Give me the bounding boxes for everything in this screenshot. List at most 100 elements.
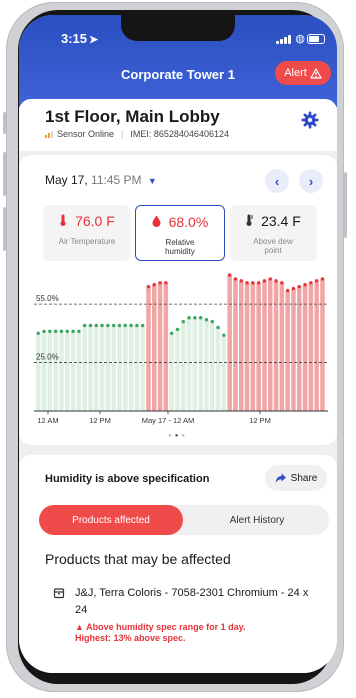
top-bar: 3:15 ➤ ◍ Corporate Tower 1 Alert: [19, 15, 337, 107]
chart-bar: [291, 288, 296, 411]
tab-alert-history[interactable]: Alert History: [185, 505, 329, 535]
chart-bar: [279, 282, 285, 411]
sensor-info: Sensor Online | IMEI: 865284046406124: [45, 129, 229, 139]
chart-bar: [215, 327, 221, 411]
metric-label: Relative humidity: [165, 238, 195, 256]
chart-point: [268, 277, 272, 281]
chart-point: [256, 281, 261, 285]
power-button: [344, 172, 347, 238]
chart-point: [314, 279, 319, 283]
product-warning: ▲ Above humidity spec range for 1 day. H…: [75, 622, 323, 644]
chart-bar: [198, 317, 203, 411]
chart-bar: [297, 286, 302, 411]
chart-bar: [239, 280, 244, 411]
chart-bar: [94, 325, 99, 411]
location-name: 1st Floor, Main Lobby: [45, 107, 220, 126]
chart-bar: [76, 331, 82, 411]
chart-bar: [221, 335, 227, 411]
chart-point: [117, 323, 122, 328]
chart-bar: [186, 317, 192, 411]
chart-bar: [192, 317, 198, 411]
chart-bar: [268, 278, 273, 411]
chart-point: [158, 281, 162, 285]
sensor-status: Sensor Online: [57, 129, 115, 139]
chart-point: [262, 279, 267, 283]
chart-bar: [111, 325, 116, 411]
chart-point: [291, 286, 296, 291]
page-indicator[interactable]: ●●●: [19, 433, 337, 439]
app-screen: 3:15 ➤ ◍ Corporate Tower 1 Alert 1st Floo…: [19, 15, 337, 673]
metric-relative-humidity[interactable]: 68.0% Relative humidity: [135, 205, 225, 261]
status-time: 3:15 ➤: [61, 31, 99, 46]
chart-point: [285, 288, 290, 293]
chart-bar: [244, 282, 250, 411]
wifi-icon: ◍: [295, 33, 305, 45]
product-item[interactable]: J&J, Terra Coloris - 7058-2301 Chromium …: [53, 585, 323, 644]
chart-point: [146, 284, 151, 289]
chart-bar: [250, 282, 256, 411]
chart-bar: [59, 331, 64, 411]
metric-label: Air Temperature: [58, 237, 116, 246]
selected-date: May 17,: [45, 173, 88, 187]
chart-bar: [157, 282, 163, 411]
chart-bar: [227, 275, 232, 411]
previous-button[interactable]: ‹: [265, 169, 289, 193]
chart-point: [152, 283, 156, 287]
chart-point: [59, 329, 64, 334]
chart-point: [204, 317, 209, 322]
chart-bar: [134, 325, 140, 411]
chart-point: [65, 329, 69, 334]
chart-point: [222, 333, 226, 337]
chart-bar: [99, 325, 105, 411]
chart-point: [77, 329, 81, 334]
chart-bar: [41, 331, 47, 411]
volume-up-button: [3, 152, 6, 196]
chart-point: [210, 319, 214, 324]
chart-bar: [36, 333, 41, 411]
x-tick-label: May 17 - 12 AM: [142, 416, 195, 425]
location-arrow-icon: ➤: [89, 34, 99, 46]
gear-icon[interactable]: [301, 111, 319, 129]
warning-icon: [310, 67, 322, 79]
chart-bar: [233, 278, 238, 411]
chart-point: [187, 316, 191, 320]
chart-bar: [128, 325, 134, 411]
chart-bar: [302, 284, 308, 411]
metric-value: 76.0 F: [43, 213, 131, 229]
chart-point: [239, 279, 243, 283]
chart-bar: [204, 319, 209, 411]
share-button[interactable]: Share: [265, 465, 327, 491]
chart-point: [135, 323, 139, 328]
humidity-chart[interactable]: 55.0% 25.0% 12 AM 12 PM May 17 - 12 AM 12 PM: [34, 271, 328, 431]
share-icon: [275, 473, 286, 483]
drop-icon: [152, 215, 161, 227]
chart-bar: [308, 282, 314, 411]
status-bar: 3:15 ➤ ◍: [19, 29, 337, 51]
alert-button[interactable]: Alert: [275, 61, 331, 85]
chart-bar: [314, 280, 319, 411]
chart-point: [48, 329, 52, 334]
chart-point: [123, 323, 127, 328]
metric-label: Above dew point: [253, 237, 293, 255]
chart-bar: [88, 325, 93, 411]
chart-bar: [65, 331, 70, 411]
metric-air-temperature[interactable]: 76.0 F Air Temperature: [43, 205, 131, 261]
metric-dew-point[interactable]: 23.4 F Above dew point: [229, 205, 317, 261]
caret-down-icon: ▼: [147, 176, 157, 186]
chart-point: [251, 281, 255, 285]
date-selector[interactable]: May 17, 11:45 PM ▼: [45, 173, 157, 187]
chart-bar: [262, 280, 267, 411]
chart-point: [53, 329, 58, 334]
metrics-row: 76.0 F Air Temperature 68.0% Relative hu…: [43, 205, 317, 261]
specification-card: Humidity is above specification Share Pr…: [19, 455, 337, 673]
chart-point: [303, 283, 307, 287]
chart-point: [216, 325, 220, 330]
chart-bar: [47, 331, 53, 411]
next-button[interactable]: ›: [299, 169, 323, 193]
alert-label: Alert: [284, 67, 307, 79]
chart-point: [169, 331, 174, 335]
tab-products-affected[interactable]: Products affected: [39, 505, 183, 535]
chart-bar: [181, 321, 186, 411]
chart-point: [245, 281, 249, 285]
tab-bar: Products affected Alert History: [39, 505, 329, 535]
